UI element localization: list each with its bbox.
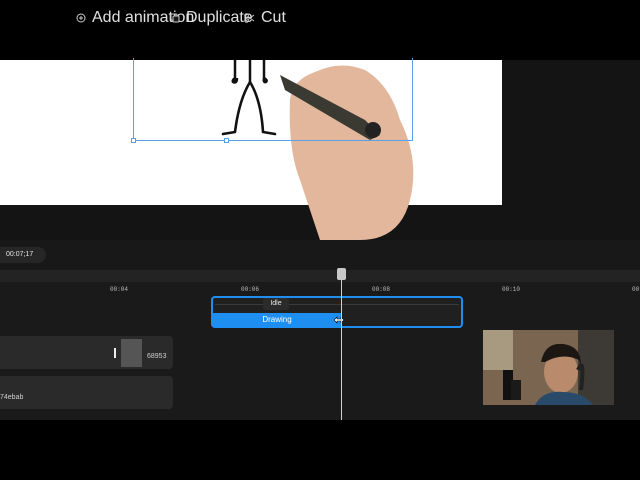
time-ruler[interactable] (0, 282, 640, 296)
cut-button[interactable]: Cut (244, 9, 286, 27)
duplicate-icon (170, 13, 180, 23)
duplicate-button[interactable]: Duplicate (170, 9, 253, 27)
resize-handle-bm[interactable] (224, 138, 229, 143)
cut-label: Cut (261, 9, 286, 26)
add-animation-icon (76, 13, 86, 23)
clip-label: 74ebab (0, 394, 24, 401)
drawing-animation-clip[interactable]: Drawing (213, 313, 341, 327)
playhead-line[interactable] (341, 275, 342, 420)
ruler-tick: 00 (632, 286, 640, 293)
ruler-tick: 00:06 (241, 286, 260, 293)
timeline-toolbar (0, 240, 640, 270)
timeline-scrollbar[interactable] (0, 270, 640, 282)
clip-trim-handle[interactable] (114, 348, 116, 358)
playhead-handle[interactable] (337, 268, 346, 280)
idle-animation-label[interactable]: Idle (263, 298, 289, 310)
clip-label: 68953 (147, 353, 167, 360)
track-divider (215, 304, 459, 305)
audio-clip[interactable] (0, 376, 173, 409)
webcam-presenter (483, 330, 614, 405)
resize-cursor-icon (333, 316, 345, 324)
clip-thumbnail (121, 339, 142, 367)
resize-handle-bl[interactable] (131, 138, 136, 143)
timecode-display: 00:07;17 (0, 247, 46, 263)
selection-box[interactable] (131, 58, 413, 143)
ruler-tick: 00:04 (110, 286, 129, 293)
letterbox-bottom (0, 420, 640, 480)
duplicate-label: Duplicate (186, 9, 253, 26)
ruler-tick: 00:10 (502, 286, 521, 293)
ruler-tick: 00:08 (372, 286, 391, 293)
scissors-icon (244, 13, 255, 23)
presenter-image (483, 330, 614, 405)
